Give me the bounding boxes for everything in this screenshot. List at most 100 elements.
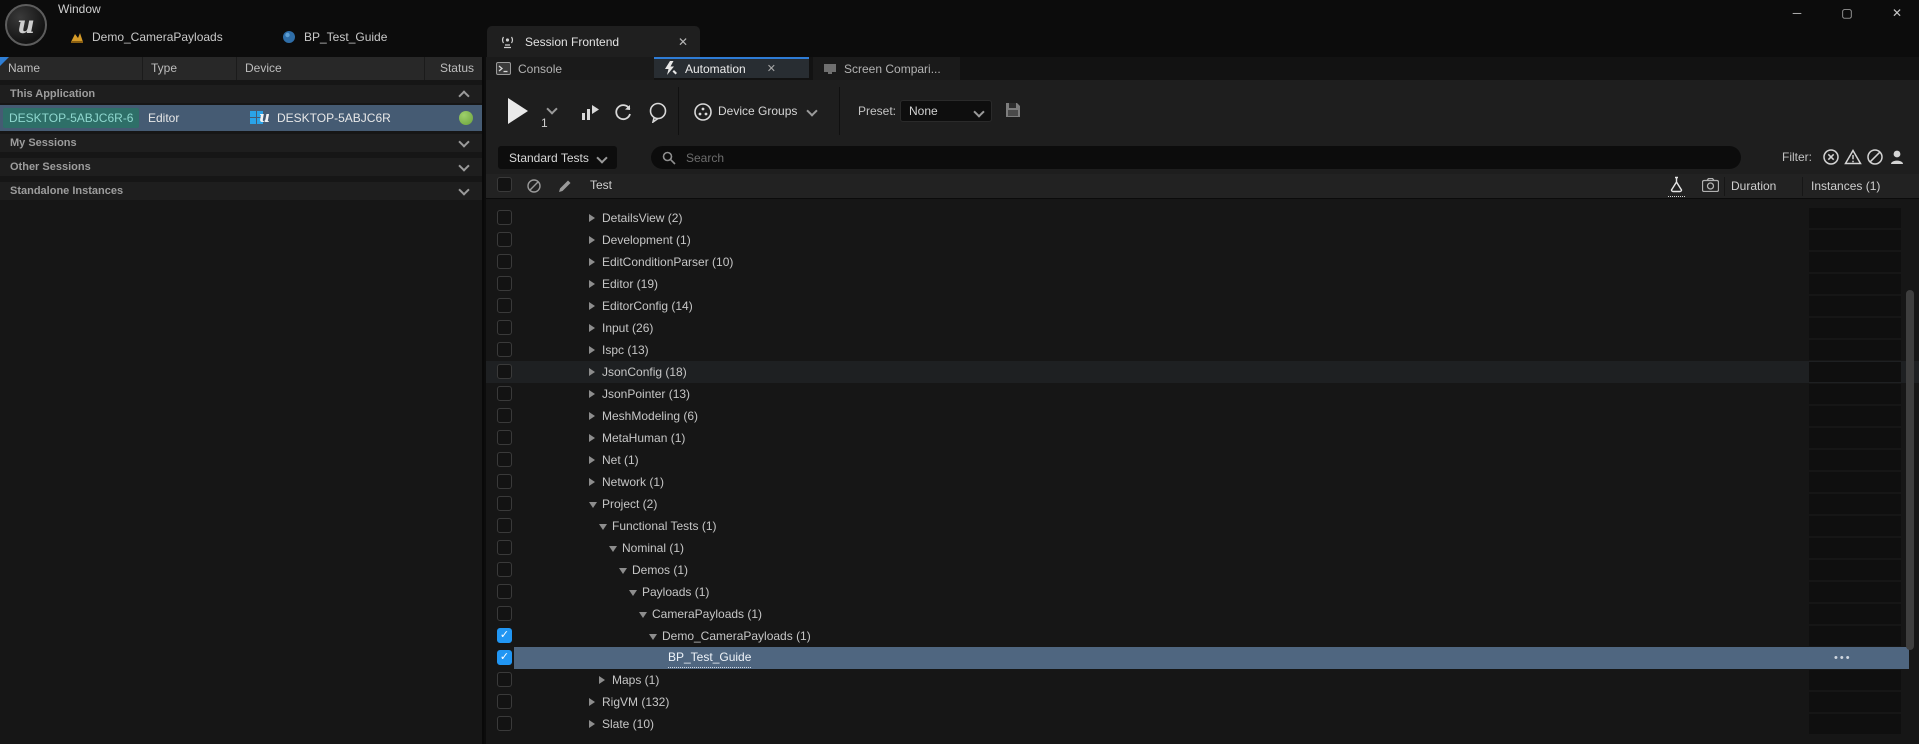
test-checkbox[interactable] [497, 672, 512, 687]
expand-arrow-icon[interactable] [589, 368, 595, 376]
run-level-test-icon[interactable] [579, 101, 601, 123]
test-tree-row[interactable]: JsonPointer (13) [486, 383, 1919, 405]
test-tree-row[interactable]: Demos (1) [486, 559, 1919, 581]
expand-arrow-icon[interactable] [589, 236, 595, 244]
test-tree-row[interactable]: JsonConfig (18) [486, 361, 1919, 383]
test-checkbox[interactable] [497, 584, 512, 599]
expand-arrow-icon[interactable] [589, 302, 595, 310]
refresh-tests-icon[interactable] [612, 101, 634, 123]
minimize-button[interactable]: ─ [1778, 0, 1816, 26]
test-checkbox[interactable] [497, 298, 512, 313]
row-options-button[interactable]: ••• [1834, 647, 1852, 669]
test-tree-row[interactable]: RigVM (132) [486, 691, 1919, 713]
test-checkbox[interactable] [497, 276, 512, 291]
test-checkbox[interactable] [497, 474, 512, 489]
errors-comments-icon[interactable] [647, 101, 669, 123]
test-tree-row[interactable]: Nominal (1) [486, 537, 1919, 559]
test-tree-row[interactable]: Development (1) [486, 229, 1919, 251]
asset-tab-bp-test-guide[interactable]: BP_Test_Guide [272, 24, 397, 50]
warnings-filter-icon[interactable] [1844, 148, 1862, 166]
collapse-arrow-icon[interactable] [639, 612, 647, 618]
test-tree-row[interactable]: MetaHuman (1) [486, 427, 1919, 449]
chevron-up-icon[interactable] [458, 90, 469, 101]
test-checkbox[interactable] [497, 364, 512, 379]
close-button[interactable]: ✕ [1878, 0, 1916, 26]
edit-excluded-icon[interactable] [557, 178, 573, 194]
test-tree-row[interactable]: Slate (10) [486, 713, 1919, 735]
test-tree-row[interactable]: Functional Tests (1) [486, 515, 1919, 537]
test-checkbox[interactable] [497, 408, 512, 423]
test-group-dropdown[interactable]: Standard Tests [498, 146, 617, 169]
test-checkbox[interactable] [497, 232, 512, 247]
test-checkbox[interactable] [497, 254, 512, 269]
expand-arrow-icon[interactable] [589, 434, 595, 442]
select-all-checkbox[interactable] [497, 177, 512, 192]
search-input[interactable] [684, 150, 1730, 166]
test-checkbox[interactable] [497, 386, 512, 401]
test-checkbox[interactable] [497, 606, 512, 621]
test-checkbox[interactable] [497, 342, 512, 357]
run-tests-button[interactable] [508, 98, 528, 124]
test-tree-row[interactable]: Editor (19) [486, 273, 1919, 295]
test-checkbox[interactable] [497, 694, 512, 709]
test-tree-row[interactable]: EditConditionParser (10) [486, 251, 1919, 273]
collapse-arrow-icon[interactable] [629, 590, 637, 596]
chevron-down-icon[interactable] [806, 105, 817, 116]
chevron-down-icon[interactable] [458, 184, 469, 195]
test-tree-row[interactable]: EditorConfig (14) [486, 295, 1919, 317]
test-checkbox[interactable] [497, 210, 512, 225]
errors-filter-icon[interactable] [1822, 148, 1840, 166]
test-checkbox[interactable] [497, 496, 512, 511]
column-header-test[interactable]: Test [590, 178, 612, 192]
expand-arrow-icon[interactable] [589, 698, 595, 706]
expand-arrow-icon[interactable] [589, 324, 595, 332]
collapse-arrow-icon[interactable] [589, 502, 597, 508]
column-header-device[interactable]: Device [237, 57, 425, 80]
collapse-arrow-icon[interactable] [649, 634, 657, 640]
expand-arrow-icon[interactable] [589, 720, 595, 728]
screenshot-column-icon[interactable] [1702, 178, 1719, 192]
test-tree-row[interactable]: ✓BP_Test_Guide••• [486, 647, 1919, 669]
test-checkbox[interactable]: ✓ [497, 628, 512, 643]
test-checkbox[interactable]: ✓ [497, 650, 512, 665]
expand-arrow-icon[interactable] [589, 478, 595, 486]
exclude-tests-icon[interactable] [526, 178, 542, 194]
test-tree-row[interactable]: CameraPayloads (1) [486, 603, 1919, 625]
session-group-other-sessions[interactable]: Other Sessions [0, 158, 482, 176]
collapse-arrow-icon[interactable] [609, 546, 617, 552]
test-tree-row[interactable]: Input (26) [486, 317, 1919, 339]
close-tab-icon[interactable]: ✕ [678, 35, 688, 49]
chevron-down-icon[interactable] [458, 136, 469, 147]
expand-arrow-icon[interactable] [589, 456, 595, 464]
asset-tab-demo-camerapayloads[interactable]: Demo_CameraPayloads [60, 24, 233, 50]
test-tree-row[interactable]: MeshModeling (6) [486, 405, 1919, 427]
session-group-this-application[interactable]: This Application [0, 85, 482, 103]
test-tree-row[interactable]: DetailsView (2) [486, 207, 1919, 229]
test-checkbox[interactable] [497, 562, 512, 577]
test-tree-row[interactable]: Net (1) [486, 449, 1919, 471]
developer-filter-icon[interactable] [1888, 148, 1906, 166]
column-header-instances[interactable]: Instances (1) [1811, 179, 1880, 193]
search-box[interactable] [651, 146, 1741, 169]
test-checkbox[interactable] [497, 540, 512, 555]
column-header-duration[interactable]: Duration [1731, 179, 1776, 193]
column-header-type[interactable]: Type [143, 57, 237, 80]
session-group-standalone-instances[interactable]: Standalone Instances [0, 182, 482, 200]
chevron-down-icon[interactable] [458, 160, 469, 171]
session-group-my-sessions[interactable]: My Sessions [0, 134, 482, 152]
device-groups-button[interactable]: Device Groups [718, 104, 797, 118]
test-tree-row[interactable]: Project (2) [486, 493, 1919, 515]
tab-console[interactable]: Console [486, 57, 654, 80]
preset-dropdown[interactable]: None [900, 100, 992, 122]
smoke-test-filter-icon[interactable] [1668, 176, 1685, 197]
tab-automation[interactable]: Automation ✕ [654, 57, 809, 78]
expand-arrow-icon[interactable] [589, 280, 595, 288]
vertical-scrollbar[interactable] [1906, 290, 1914, 650]
test-checkbox[interactable] [497, 452, 512, 467]
close-tab-icon[interactable]: ✕ [767, 62, 776, 75]
expand-arrow-icon[interactable] [589, 258, 595, 266]
test-tree-row[interactable]: Ispc (13) [486, 339, 1919, 361]
collapse-arrow-icon[interactable] [619, 568, 627, 574]
window-menu[interactable]: Window [58, 2, 101, 16]
expand-arrow-icon[interactable] [589, 346, 595, 354]
